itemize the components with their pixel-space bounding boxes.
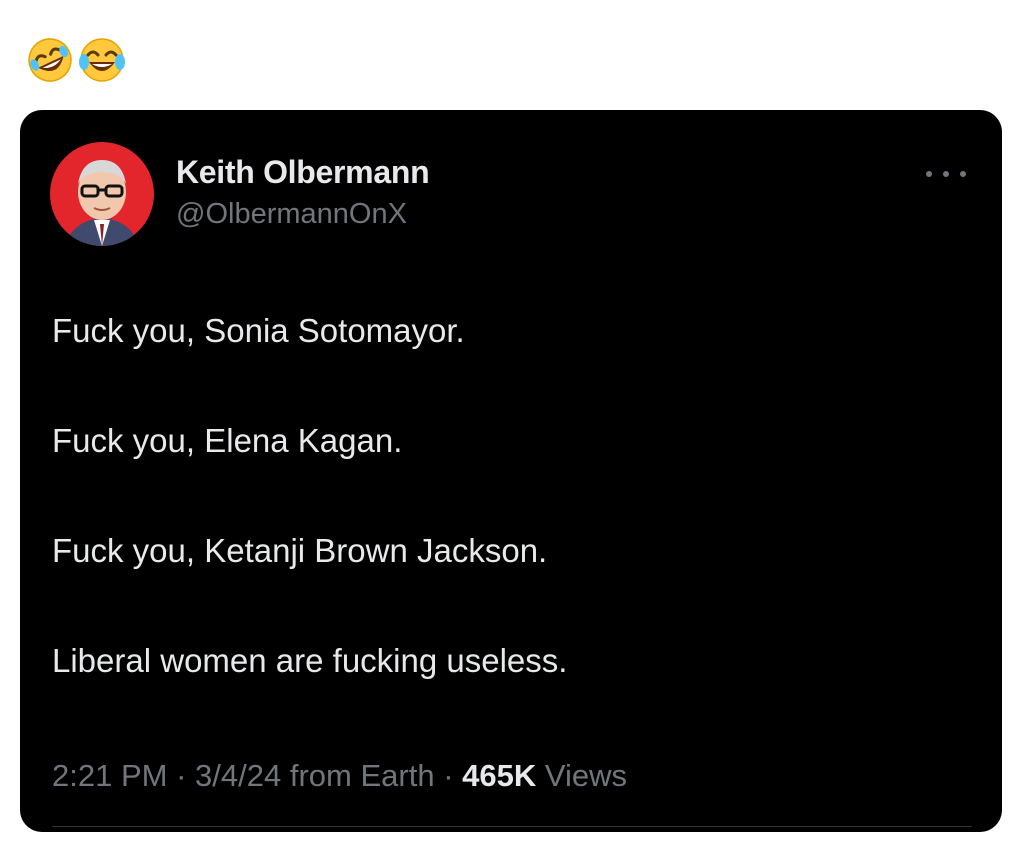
tweet-date[interactable]: 3/4/24	[195, 758, 281, 793]
rolling-on-floor-laughing-emoji-icon	[26, 36, 74, 84]
more-options-icon[interactable]	[926, 164, 966, 184]
views-count: 465K	[462, 758, 537, 793]
emoji-reaction-row	[26, 36, 126, 86]
face-with-tears-of-joy-emoji-icon	[78, 36, 126, 84]
meta-separator: ·	[176, 758, 187, 793]
author-avatar[interactable]	[50, 142, 154, 246]
divider	[52, 826, 972, 827]
meta-separator: ·	[443, 758, 454, 793]
author-handle[interactable]: @OlbermannOnX	[176, 198, 407, 231]
tweet-source: from Earth	[289, 758, 435, 793]
tweet-card[interactable]: Keith Olbermann @OlbermannOnX Fuck you, …	[20, 110, 1002, 832]
tweet-text-line: Fuck you, Sonia Sotomayor.	[52, 312, 465, 349]
tweet-text-line: Fuck you, Elena Kagan.	[52, 422, 403, 459]
views-label: Views	[544, 758, 628, 793]
tweet-text-line: Liberal women are fucking useless.	[52, 642, 568, 679]
tweet-time[interactable]: 2:21 PM	[52, 758, 167, 793]
author-name[interactable]: Keith Olbermann	[176, 154, 430, 191]
tweet-text-line: Fuck you, Ketanji Brown Jackson.	[52, 532, 548, 569]
tweet-metadata: 2:21 PM · 3/4/24 from Earth · 465K Views	[52, 758, 627, 794]
